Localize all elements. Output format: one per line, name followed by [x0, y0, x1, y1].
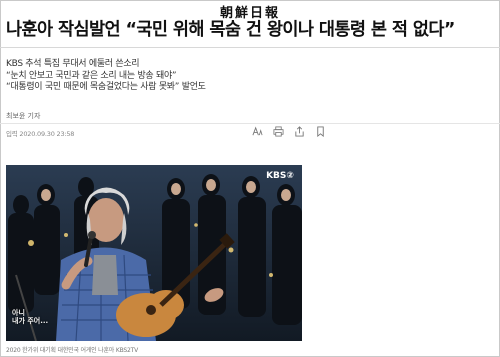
subhead-line: KBS 추석 특집 무대서 에둘러 쓴소리 [6, 59, 140, 69]
onscreen-subtitle: 아니 내가 주어... [12, 309, 48, 325]
article-subheads: KBS 추석 특집 무대서 에둘러 쓴소리 “눈치 안보고 국민과 같은 소리 … [6, 59, 306, 94]
headline-divider [0, 47, 500, 48]
bookmark-icon[interactable] [315, 126, 326, 137]
share-icon[interactable] [294, 126, 305, 137]
dateline: 입력 2020.09.30 23:58 [6, 130, 75, 138]
subtitle-line: 아니 [12, 309, 25, 317]
byline[interactable]: 최보윤 기자 [6, 111, 40, 121]
font-size-icon[interactable] [252, 126, 263, 137]
broadcaster-logo: KBS② [266, 171, 294, 181]
photo-caption: 2020 한가위 대기획 대한민국 어게인 나훈아 KBS2TV [6, 347, 138, 354]
stage-image [6, 165, 302, 341]
print-icon[interactable] [273, 126, 284, 137]
subtitle-line: 내가 주어... [12, 317, 49, 325]
byline-divider [0, 123, 500, 124]
subhead-line: “대통령이 국민 때문에 목숨걸었다는 사람 못봐” 발언도 [6, 82, 206, 92]
article-photo[interactable]: KBS② 아니 내가 주어... [6, 165, 302, 341]
article-toolbar [252, 126, 326, 138]
subhead-line: “눈치 안보고 국민과 같은 소리 내는 방송 돼야” [6, 70, 177, 81]
article-headline: 나훈아 작심발언 “국민 위해 목숨 건 왕이나 대통령 본 적 없다” [6, 20, 455, 40]
